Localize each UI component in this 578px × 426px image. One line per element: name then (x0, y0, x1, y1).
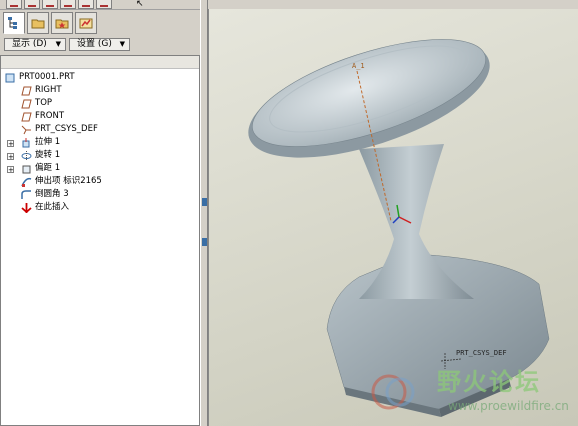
tree-item-top[interactable]: TOP (21, 97, 52, 110)
datum-axis-tool-icon[interactable] (24, 0, 40, 9)
panel-splitter[interactable] (200, 0, 208, 426)
offset-icon (22, 165, 31, 173)
insert-here-icon (21, 202, 32, 213)
tree-item-revolve[interactable]: 旋转 1 (21, 149, 60, 162)
tree-item-label: PRT_CSYS_DEF (35, 124, 98, 134)
watermark-text: 野火论坛 (437, 368, 541, 396)
tree-item-protrusion[interactable]: 伸出项 标识2165 (21, 175, 102, 188)
chevron-down-icon: ▼ (119, 40, 125, 48)
datum-plane-icon (21, 112, 32, 121)
tree-header (1, 56, 199, 69)
datum-axis-label: A_1 (352, 62, 365, 70)
tree-item-label: RIGHT (35, 85, 62, 95)
sketch-tool-icon[interactable] (6, 0, 22, 9)
csys-label: PRT_CSYS_DEF (456, 349, 507, 357)
tree-item-insert-here[interactable]: 在此插入 (21, 201, 69, 214)
settings-dropdown[interactable]: 设置 (G) ▼ (69, 38, 130, 51)
collapse-right-icon[interactable] (202, 238, 207, 246)
tree-root[interactable]: PRT0001.PRT (5, 71, 75, 84)
mapkey-tool-icon[interactable] (96, 0, 112, 9)
tree-item-right[interactable]: RIGHT (21, 84, 62, 97)
datum-point-tool-icon[interactable] (42, 0, 58, 9)
part-icon (5, 73, 15, 82)
connections-tab[interactable] (75, 12, 97, 34)
tree-item-front[interactable]: FRONT (21, 110, 64, 123)
display-dropdown[interactable]: 显示 (D) ▼ (4, 38, 66, 51)
tree-item-label: FRONT (35, 111, 65, 121)
tree-item-label: 旋转 1 (35, 150, 61, 160)
connections-icon (79, 18, 93, 29)
tree-item-label: TOP (35, 98, 53, 108)
watermark-url: www.proewildfire.cn (448, 399, 569, 413)
tree-item-round[interactable]: 倒圆角 3 (21, 188, 69, 201)
tree-item-label: 伸出项 标识2165 (35, 176, 102, 186)
model-tree-tab[interactable] (3, 12, 25, 34)
model-tree-icon (8, 17, 17, 29)
tree-dropdown-bar: 显示 (D) ▼ 设置 (G) ▼ (0, 36, 202, 53)
tree-item-label: 拉伸 1 (35, 137, 61, 147)
favorites-tab[interactable] (51, 12, 73, 34)
protrusion-icon (21, 177, 32, 187)
chevron-down-icon: ▼ (55, 40, 61, 48)
tree-item-extrude[interactable]: 拉伸 1 (21, 136, 60, 149)
csys-tool-icon[interactable] (60, 0, 76, 9)
collapse-left-icon[interactable] (202, 198, 207, 206)
tree-item-offset[interactable]: 偏距 1 (21, 162, 60, 175)
datum-plane-icon (21, 99, 32, 108)
tree-root-label: PRT0001.PRT (19, 72, 75, 82)
coordinate-system-icon (21, 125, 31, 134)
expand-toggle[interactable]: + (7, 140, 14, 148)
analysis-tool-icon[interactable] (78, 0, 94, 9)
folder-icon (31, 19, 45, 29)
expand-toggle[interactable]: + (7, 166, 14, 174)
datum-plane-icon (21, 86, 32, 95)
tree-item-label: 倒圆角 3 (35, 189, 69, 199)
round-icon (21, 189, 31, 199)
model-tree: PRT0001.PRT RIGHT TOP FRONT PRT_CSYS_DEF… (0, 55, 200, 426)
favorites-folder-icon (55, 19, 69, 29)
tree-item-label: 在此插入 (35, 202, 70, 212)
folder-browser-tab[interactable] (27, 12, 49, 34)
expand-toggle[interactable]: + (7, 153, 14, 161)
settings-dropdown-label: 设置 (G) (77, 39, 112, 49)
extrude-icon (22, 137, 30, 147)
toolbar: ↖ (0, 0, 208, 10)
pointer-icon[interactable]: ↖ (136, 0, 144, 9)
revolve-icon (21, 150, 32, 161)
navigator-tabs (0, 12, 205, 36)
tree-item-label: 偏距 1 (35, 163, 61, 173)
display-dropdown-label: 显示 (D) (12, 39, 47, 49)
tree-item-csys[interactable]: PRT_CSYS_DEF (21, 123, 98, 136)
